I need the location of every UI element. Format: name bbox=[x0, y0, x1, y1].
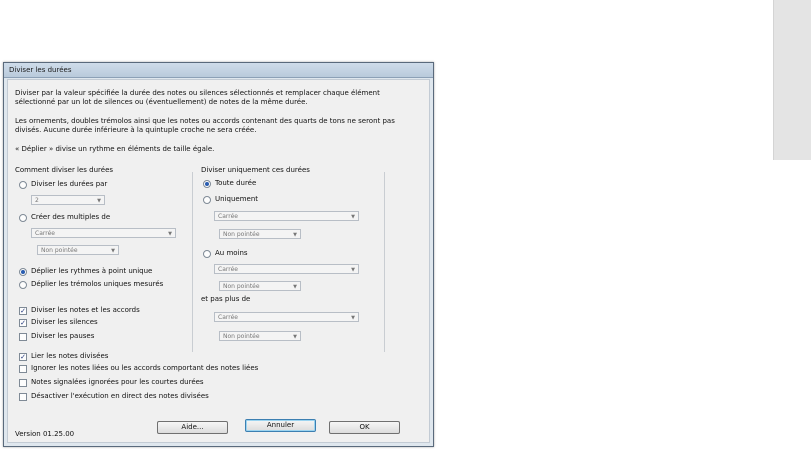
multiples-dot-value: Non pointée bbox=[41, 247, 78, 254]
dialog-title: Diviser les durées bbox=[9, 66, 72, 74]
multiples-note-select[interactable]: Carrée ▼ bbox=[31, 228, 176, 238]
not-more-label: et pas plus de bbox=[201, 295, 251, 303]
unfold-single-radio[interactable] bbox=[19, 268, 27, 276]
at-least-dot-value: Non pointée bbox=[223, 283, 260, 290]
at-least-note-select[interactable]: Carrée ▼ bbox=[214, 264, 359, 274]
cancel-button[interactable]: Annuler bbox=[245, 419, 316, 432]
chevron-down-icon: ▼ bbox=[351, 315, 355, 321]
only-durations-heading: Diviser uniquement ces durées bbox=[201, 166, 310, 174]
version-label: Version 01.25.00 bbox=[15, 430, 75, 438]
multiples-label: Créer des multiples de bbox=[31, 213, 111, 221]
description-text-2: Les ornements, doubles trémolos ainsi qu… bbox=[15, 117, 395, 134]
chevron-down-icon: ▼ bbox=[97, 198, 101, 204]
divide-pauses-checkbox[interactable] bbox=[19, 333, 27, 341]
unfold-tremolo-label: Déplier les trémolos uniques mesurés bbox=[31, 280, 164, 288]
ignore-tied-notes-label: Ignorer les notes liées ou les accords c… bbox=[31, 364, 259, 372]
multiples-dot-select[interactable]: Non pointée ▼ bbox=[37, 245, 119, 255]
divide-notes-chords-label: Diviser les notes et les accords bbox=[31, 306, 140, 314]
only-note-select[interactable]: Carrée ▼ bbox=[214, 211, 359, 221]
group-separator bbox=[192, 172, 193, 352]
divide-rests-label: Diviser les silences bbox=[31, 318, 98, 326]
divide-by-value: 2 bbox=[35, 197, 39, 204]
ignored-short-durations-label: Notes signalées ignorées pour les courte… bbox=[31, 378, 204, 386]
at-least-label: Au moins bbox=[215, 249, 248, 257]
only-dot-value: Non pointée bbox=[223, 231, 260, 238]
disable-playback-label: Désactiver l'exécution en direct des not… bbox=[31, 392, 209, 400]
all-durations-radio[interactable] bbox=[203, 180, 211, 188]
how-to-divide-heading: Comment diviser les durées bbox=[15, 166, 114, 174]
at-least-note-value: Carrée bbox=[218, 266, 238, 273]
only-note-value: Carrée bbox=[218, 213, 238, 220]
tie-divided-notes-label: Lier les notes divisées bbox=[31, 352, 109, 360]
divide-pauses-label: Diviser les pauses bbox=[31, 332, 95, 340]
divide-by-label: Diviser les durées par bbox=[31, 180, 108, 188]
divide-notes-chords-checkbox[interactable]: ✓ bbox=[19, 307, 27, 315]
ignore-tied-notes-checkbox[interactable] bbox=[19, 365, 27, 373]
chevron-down-icon: ▼ bbox=[168, 231, 172, 237]
ok-button[interactable]: OK bbox=[329, 421, 400, 434]
not-more-note-select[interactable]: Carrée ▼ bbox=[214, 312, 359, 322]
chevron-down-icon: ▼ bbox=[111, 248, 115, 254]
unfold-single-label: Déplier les rythmes à point unique bbox=[31, 267, 153, 275]
at-least-dot-select[interactable]: Non pointée ▼ bbox=[219, 281, 301, 291]
unfold-tremolo-radio[interactable] bbox=[19, 281, 27, 289]
group-separator bbox=[384, 172, 385, 352]
only-radio[interactable] bbox=[203, 196, 211, 204]
chevron-down-icon: ▼ bbox=[293, 232, 297, 238]
all-durations-label: Toute durée bbox=[215, 179, 257, 187]
description-text-1: Diviser par la valeur spécifiée la durée… bbox=[15, 89, 380, 106]
tie-divided-notes-checkbox[interactable]: ✓ bbox=[19, 353, 27, 361]
multiples-radio[interactable] bbox=[19, 214, 27, 222]
chevron-down-icon: ▼ bbox=[293, 334, 297, 340]
title-bar[interactable]: Diviser les durées bbox=[4, 63, 433, 78]
description-text-3: « Déplier » divise un rythme en éléments… bbox=[15, 145, 215, 153]
help-button[interactable]: Aide... bbox=[157, 421, 228, 434]
only-label: Uniquement bbox=[215, 195, 258, 203]
divide-by-radio[interactable] bbox=[19, 181, 27, 189]
multiples-note-value: Carrée bbox=[35, 230, 55, 237]
divide-by-select[interactable]: 2 ▼ bbox=[31, 195, 105, 205]
only-dot-select[interactable]: Non pointée ▼ bbox=[219, 229, 301, 239]
divide-rests-checkbox[interactable]: ✓ bbox=[19, 319, 27, 327]
not-more-dot-value: Non pointée bbox=[223, 333, 260, 340]
disable-playback-checkbox[interactable] bbox=[19, 393, 27, 401]
divide-durations-dialog: Diviser les durées Diviser par la valeur… bbox=[3, 62, 434, 447]
dialog-client-area: Diviser par la valeur spécifiée la durée… bbox=[7, 79, 430, 443]
chevron-down-icon: ▼ bbox=[293, 284, 297, 290]
ignored-short-durations-checkbox[interactable] bbox=[19, 379, 27, 387]
chevron-down-icon: ▼ bbox=[351, 267, 355, 273]
not-more-note-value: Carrée bbox=[218, 314, 238, 321]
not-more-dot-select[interactable]: Non pointée ▼ bbox=[219, 331, 301, 341]
background-panel bbox=[773, 0, 811, 160]
chevron-down-icon: ▼ bbox=[351, 214, 355, 220]
at-least-radio[interactable] bbox=[203, 250, 211, 258]
